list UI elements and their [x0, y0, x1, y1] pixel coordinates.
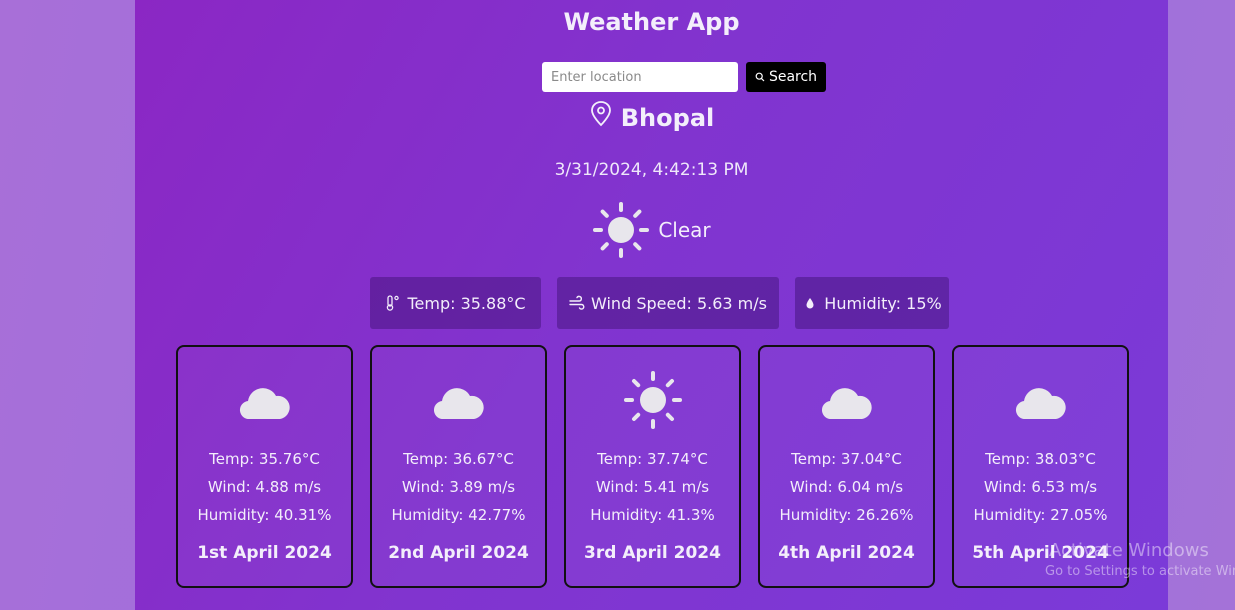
forecast-date: 2nd April 2024 [388, 543, 529, 563]
sun-icon [623, 371, 682, 429]
forecast-card: Temp: 37.74°C Wind: 5.41 m/s Humidity: 4… [564, 345, 741, 588]
activation-watermark: Activate Windows Go to Settings to activ… [1045, 540, 1235, 579]
temp-stat: Temp: 35.88°C [370, 277, 541, 329]
forecast-temp: Temp: 35.76°C [209, 450, 320, 468]
forecast-temp: Temp: 36.67°C [403, 450, 514, 468]
forecast-card: Temp: 35.76°C Wind: 4.88 m/s Humidity: 4… [176, 345, 353, 588]
humidity-value: Humidity: 15% [824, 293, 942, 313]
forecast-date: 3rd April 2024 [584, 543, 721, 563]
forecast-temp: Temp: 37.04°C [791, 450, 902, 468]
forecast-date: 1st April 2024 [197, 543, 332, 563]
wind-icon [569, 295, 585, 310]
cloud-icon [433, 388, 484, 420]
forecast-wind: Wind: 3.89 m/s [401, 478, 516, 496]
forecast-humidity: Humidity: 41.3% [590, 506, 715, 524]
app-container: Weather App Search Bhopal 3/31/2024, 4:4… [135, 0, 1168, 610]
forecast-card: Temp: 36.67°C Wind: 3.89 m/s Humidity: 4… [370, 345, 547, 588]
location-pin-icon [590, 101, 611, 127]
thermometer-icon [387, 295, 400, 311]
watermark-title: Activate Windows [1049, 540, 1209, 561]
cloud-icon [239, 388, 290, 420]
condition-text: Clear [658, 218, 711, 242]
forecast-temp: Temp: 38.03°C [985, 450, 1096, 468]
wind-value: Wind Speed: 5.63 m/s [591, 293, 767, 313]
forecast-humidity: Humidity: 40.31% [197, 506, 332, 524]
current-datetime: 3/31/2024, 4:42:13 PM [554, 160, 749, 180]
temp-value: Temp: 35.88°C [407, 293, 526, 313]
forecast-temp: Temp: 37.74°C [597, 450, 708, 468]
page-title: Weather App [563, 8, 740, 36]
forecast-wind: Wind: 6.04 m/s [789, 478, 904, 496]
forecast-date: 4th April 2024 [778, 543, 915, 563]
cloud-icon [1015, 388, 1066, 420]
search-icon [755, 72, 765, 82]
search-bar: Search [542, 62, 826, 92]
forecast-wind: Wind: 5.41 m/s [595, 478, 710, 496]
current-stats: Temp: 35.88°C Wind Speed: 5.63 m/s Humid… [135, 277, 1168, 329]
search-button-label: Search [768, 69, 818, 85]
sun-icon [593, 202, 650, 258]
wind-stat: Wind Speed: 5.63 m/s [557, 277, 779, 329]
watermark-subtitle: Go to Settings to activate Windows. [1045, 564, 1235, 579]
forecast-list: Temp: 35.76°C Wind: 4.88 m/s Humidity: 4… [176, 345, 1129, 588]
current-condition: Clear [135, 201, 1168, 259]
humidity-stat: Humidity: 15% [795, 277, 949, 329]
search-input[interactable] [542, 62, 738, 92]
forecast-card: Temp: 37.04°C Wind: 6.04 m/s Humidity: 2… [758, 345, 935, 588]
forecast-wind: Wind: 6.53 m/s [983, 478, 1098, 496]
location: Bhopal [135, 101, 1168, 132]
cloud-icon [821, 388, 872, 420]
city-name: Bhopal [620, 104, 715, 132]
forecast-humidity: Humidity: 27.05% [973, 506, 1108, 524]
search-button[interactable]: Search [746, 62, 826, 92]
droplet-icon [806, 298, 814, 309]
forecast-wind: Wind: 4.88 m/s [207, 478, 322, 496]
forecast-humidity: Humidity: 26.26% [779, 506, 914, 524]
forecast-humidity: Humidity: 42.77% [391, 506, 526, 524]
